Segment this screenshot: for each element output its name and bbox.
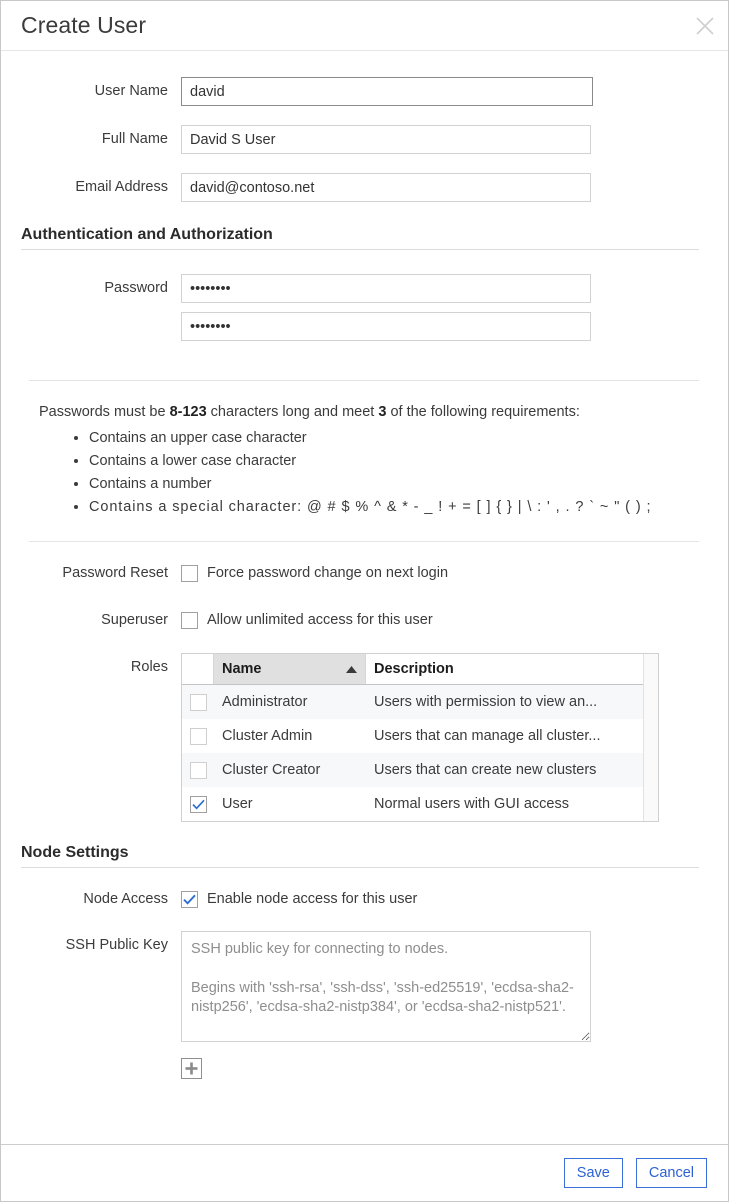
field-row-email-address: Email Address — [1, 173, 728, 202]
roles-row-checkbox-cell — [182, 761, 214, 779]
sort-ascending-icon — [346, 661, 357, 677]
password-reset-label: Password Reset — [62, 564, 168, 581]
full-name-label: Full Name — [101, 131, 168, 147]
table-row[interactable]: Cluster Creator Users that can create ne… — [182, 753, 643, 788]
ssh-public-key-textarea[interactable] — [181, 930, 591, 1042]
check-icon — [191, 799, 205, 810]
role-checkbox-user[interactable] — [189, 795, 207, 813]
field-row-ssh-public-key: SSH Public Key — [1, 930, 728, 1042]
auth-section-heading: Authentication and Authorization — [21, 226, 699, 250]
role-checkbox-administrator[interactable] — [189, 693, 207, 711]
roles-header-checkbox-column — [182, 654, 214, 685]
superuser-label-text: Allow unlimited access for this user — [207, 611, 433, 628]
field-row-add-key — [1, 1057, 728, 1079]
user-name-input[interactable] — [181, 77, 593, 106]
field-row-password: Password — [1, 274, 728, 341]
password-requirements: Passwords must be 8-123 characters long … — [1, 404, 728, 517]
role-description: Users that can manage all cluster... — [374, 728, 601, 745]
node-access-checkbox-label: Enable node access for this user — [207, 891, 418, 908]
password-field[interactable] — [181, 274, 591, 303]
req-length: 8-123 — [169, 404, 207, 420]
list-item: Contains a lower case character — [89, 452, 728, 470]
divider-below-requirements — [29, 540, 699, 542]
role-description: Normal users with GUI access — [374, 796, 569, 813]
list-item: Contains a number — [89, 475, 728, 493]
superuser-label: Superuser — [101, 611, 168, 628]
roles-row-checkbox-cell — [182, 727, 214, 745]
create-user-dialog: Create User User Name Full Name Email Ad… — [0, 0, 729, 1202]
roles-label: Roles — [130, 659, 168, 676]
table-row[interactable]: User Normal users with GUI access — [182, 787, 643, 821]
field-row-superuser: Superuser Allow unlimited access for thi… — [1, 611, 728, 629]
dialog-body: User Name Full Name Email Address Authen… — [1, 51, 728, 1144]
role-name: Administrator — [222, 694, 308, 711]
roles-table-scrollbar[interactable] — [643, 654, 658, 822]
role-description: Users that can create new clusters — [374, 762, 597, 779]
close-icon[interactable] — [682, 1, 728, 50]
req-intro-prefix: Passwords must be — [39, 404, 170, 420]
email-address-label: Email Address — [75, 179, 168, 195]
add-ssh-key-button[interactable] — [181, 1057, 202, 1079]
table-row[interactable]: Cluster Admin Users that can manage all … — [182, 719, 643, 753]
password-requirements-intro: Passwords must be 8-123 characters long … — [1, 404, 728, 420]
roles-header-name[interactable]: Name — [214, 654, 366, 685]
password-confirm-field[interactable] — [181, 312, 591, 341]
user-name-label: User Name — [94, 83, 168, 99]
password-label: Password — [104, 280, 168, 296]
roles-table: Name Description Administrator Users wit… — [181, 653, 659, 823]
roles-table-main: Name Description Administrator Users wit… — [182, 654, 643, 821]
role-name: Cluster Admin — [222, 728, 313, 745]
roles-table-header: Name Description — [182, 654, 643, 686]
list-item: Contains a special character: @ # $ % ^ … — [89, 498, 728, 516]
password-requirements-list: Contains an upper case character Contain… — [1, 429, 728, 517]
dialog-titlebar: Create User — [1, 1, 728, 51]
field-row-roles: Roles Name Description Administrator Use… — [1, 653, 728, 823]
req-intro-suffix: of the following requirements: — [386, 404, 580, 420]
close-glyph — [696, 16, 714, 35]
roles-header-description[interactable]: Description — [366, 654, 643, 684]
cancel-button[interactable]: Cancel — [635, 1158, 707, 1188]
table-row[interactable]: Administrator Users with permission to v… — [182, 685, 643, 720]
role-description: Users with permission to view an... — [374, 694, 598, 711]
role-checkbox-cluster-admin[interactable] — [189, 727, 207, 745]
page-title: Create User — [21, 12, 147, 38]
field-row-node-access: Node Access Enable node access for this … — [1, 891, 728, 909]
superuser-checkbox[interactable] — [181, 611, 198, 629]
email-field[interactable] — [181, 173, 591, 202]
field-row-user-name: User Name — [1, 77, 728, 106]
list-item: Contains an upper case character — [89, 429, 728, 447]
roles-header-description-label: Description — [374, 661, 454, 678]
field-row-full-name: Full Name — [1, 125, 728, 154]
divider-above-requirements — [29, 380, 699, 381]
check-icon — [183, 894, 196, 905]
roles-row-checkbox-cell — [182, 693, 214, 711]
node-access-checkbox[interactable] — [181, 891, 198, 909]
force-password-change-label: Force password change on next login — [207, 564, 449, 581]
ssh-public-key-label: SSH Public Key — [65, 936, 168, 953]
full-name-input[interactable] — [181, 125, 591, 154]
dialog-footer: Save Cancel — [1, 1144, 728, 1201]
roles-header-name-label: Name — [222, 661, 262, 678]
role-checkbox-cluster-creator[interactable] — [189, 761, 207, 779]
role-name: Cluster Creator — [222, 762, 321, 779]
node-access-label: Node Access — [83, 891, 168, 908]
field-row-password-reset: Password Reset Force password change on … — [1, 564, 728, 582]
force-password-change-checkbox[interactable] — [181, 564, 198, 582]
req-intro-middle: characters long and meet — [206, 404, 379, 420]
node-section-heading: Node Settings — [21, 844, 699, 869]
save-button[interactable]: Save — [563, 1158, 623, 1188]
roles-row-checkbox-cell — [182, 795, 214, 813]
plus-icon — [185, 1062, 198, 1075]
role-name: User — [222, 796, 253, 813]
